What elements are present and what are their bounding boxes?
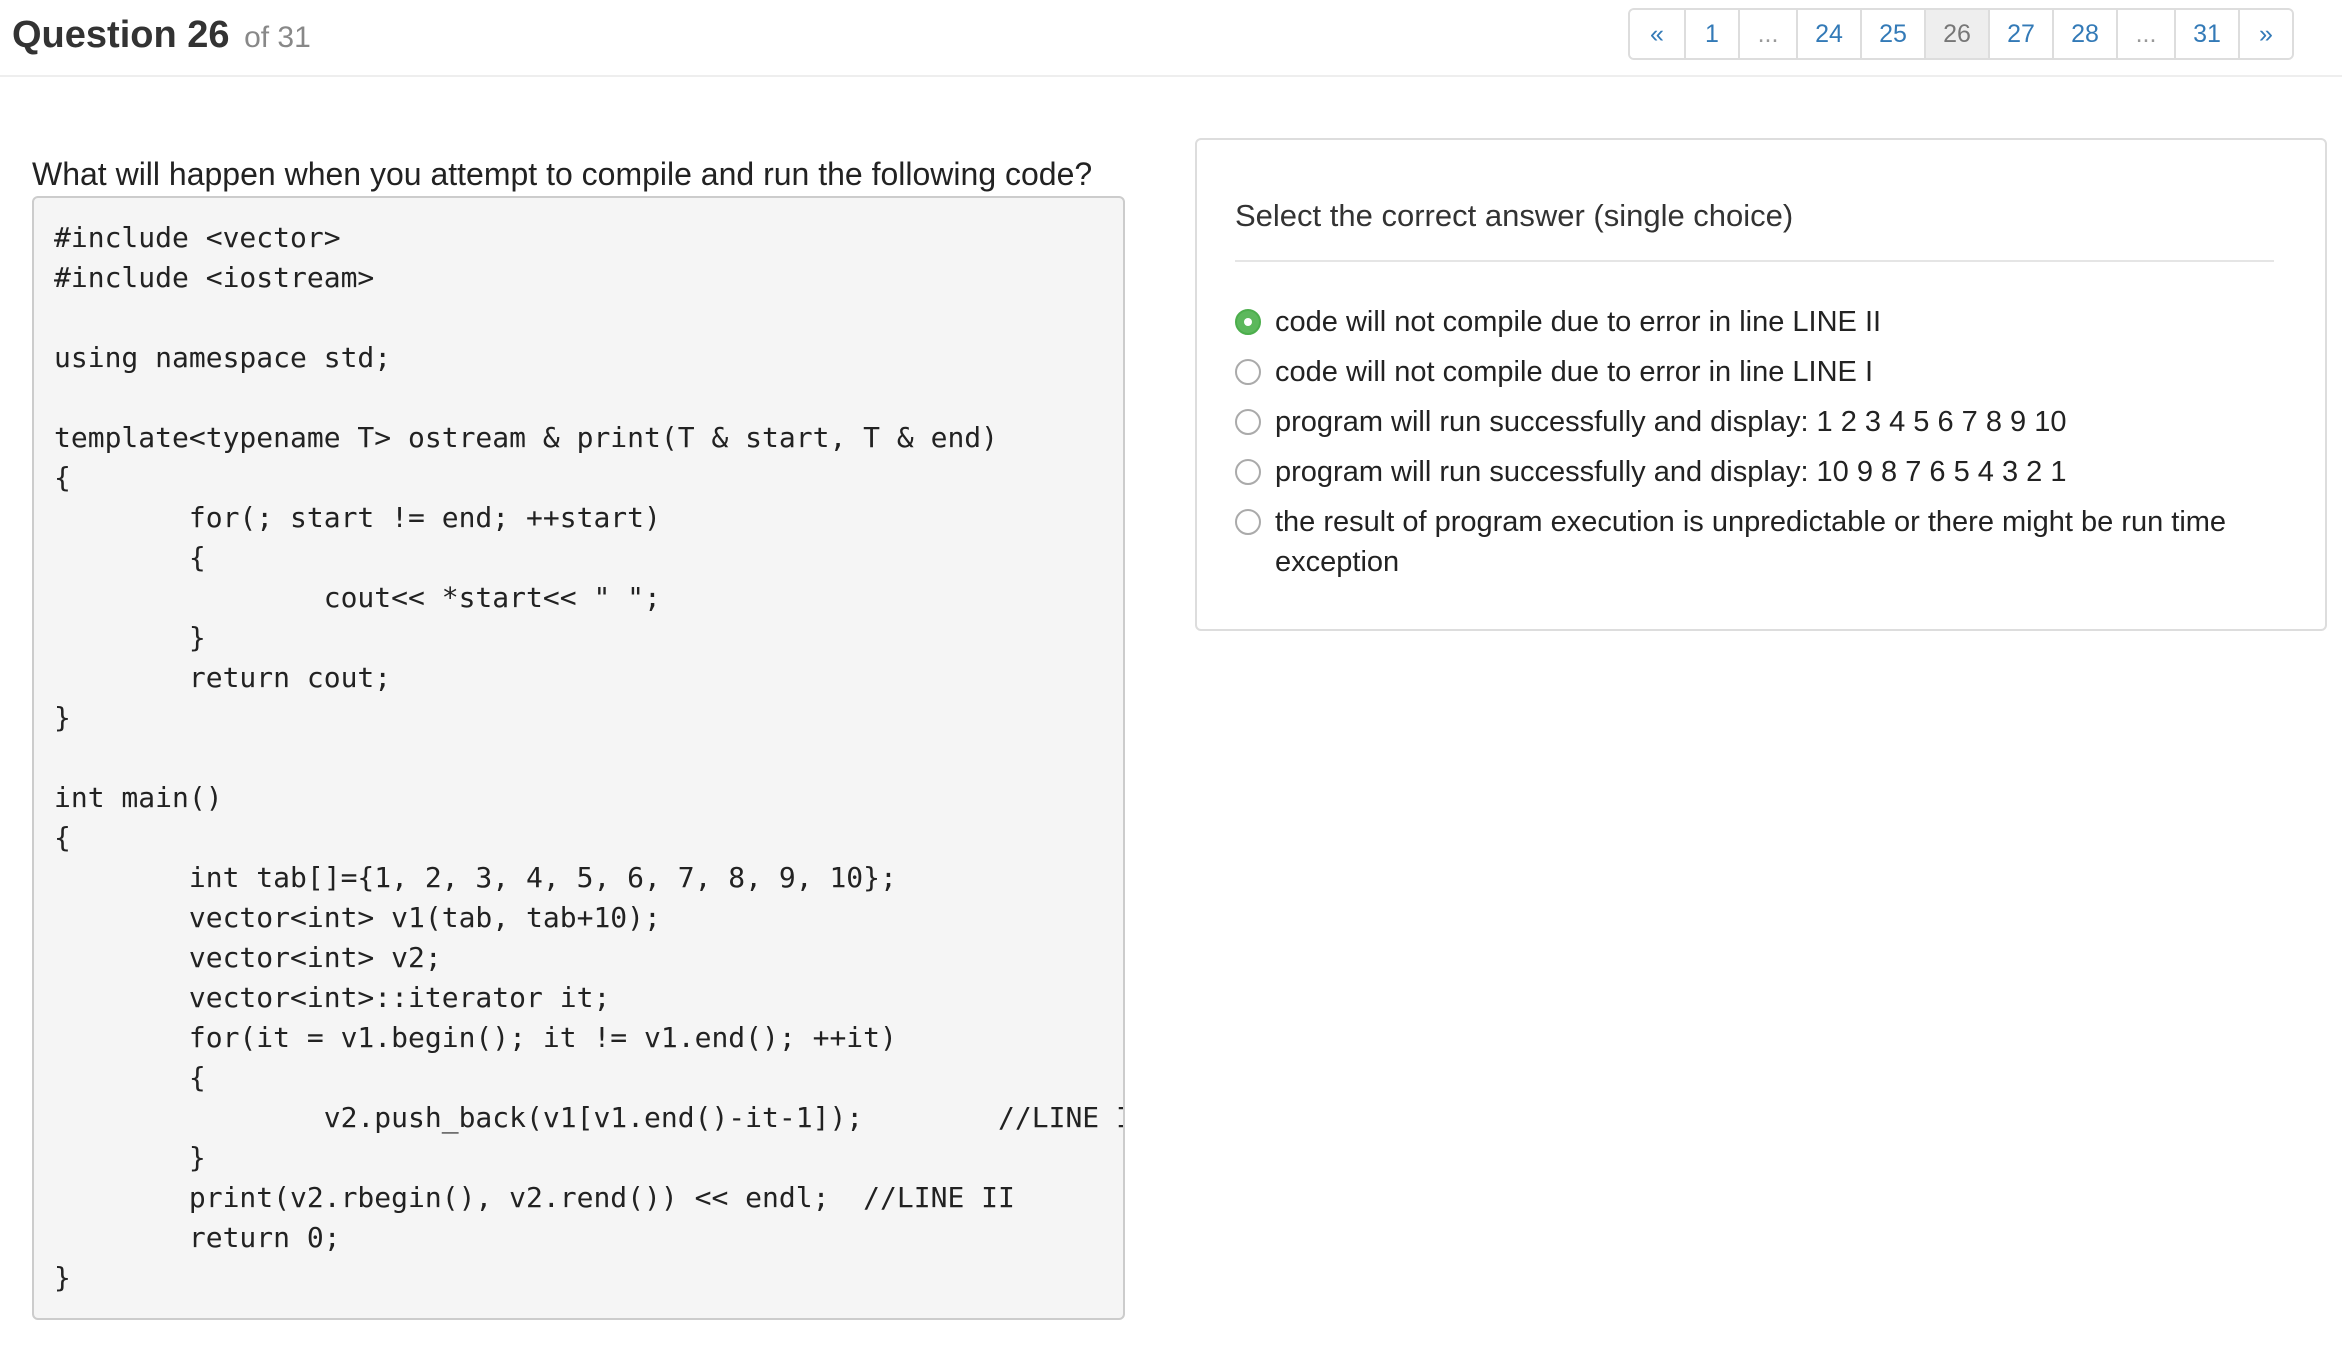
code-line: } bbox=[54, 1261, 71, 1294]
panel-divider bbox=[1235, 260, 2274, 262]
answer-panel-title: Select the correct answer (single choice… bbox=[1235, 198, 1794, 233]
page-link-31[interactable]: 31 bbox=[2174, 10, 2238, 58]
answer-option-1[interactable]: code will not compile due to error in li… bbox=[1235, 302, 2305, 342]
code-line: return cout; bbox=[54, 661, 392, 694]
answer-option-label: program will run successfully and displa… bbox=[1275, 406, 2067, 438]
page-ellipsis-1: ... bbox=[1738, 10, 1796, 58]
page-link-28[interactable]: 28 bbox=[2052, 10, 2116, 58]
answer-panel: Select the correct answer (single choice… bbox=[1195, 138, 2327, 631]
answer-radio-5[interactable] bbox=[1235, 509, 1261, 535]
code-line: int main() bbox=[54, 781, 223, 814]
answer-option-2[interactable]: code will not compile due to error in li… bbox=[1235, 352, 2305, 392]
answer-option-label: program will run successfully and displa… bbox=[1275, 456, 2067, 488]
question-text: What will happen when you attempt to com… bbox=[32, 156, 1093, 192]
code-line: #include <vector> bbox=[54, 221, 341, 254]
answer-option-5[interactable]: the result of program execution is unpre… bbox=[1235, 502, 2305, 582]
code-line: { bbox=[54, 821, 71, 854]
code-line: } bbox=[54, 701, 71, 734]
code-line: } bbox=[54, 621, 206, 654]
question-total: of 31 bbox=[244, 21, 311, 54]
code-line: vector<int> v1(tab, tab+10); bbox=[54, 901, 661, 934]
page-ellipsis-2: ... bbox=[2116, 10, 2174, 58]
page-next-link[interactable]: » bbox=[2238, 10, 2292, 58]
answer-options: code will not compile due to error in li… bbox=[1235, 302, 2305, 592]
page-link-1[interactable]: 1 bbox=[1684, 10, 1738, 58]
pagination: «1... 24 25 26 27 28... 31» bbox=[1628, 8, 2294, 60]
answer-radio-4[interactable] bbox=[1235, 459, 1261, 485]
code-line: { bbox=[54, 1061, 206, 1094]
code-line: v2.push_back(v1[v1.end()-it-1]); //LINE … bbox=[54, 1101, 1125, 1134]
code-line: cout<< *start<< " "; bbox=[54, 581, 661, 614]
code-line: template<typename T> ostream & print(T &… bbox=[54, 421, 999, 454]
answer-option-3[interactable]: program will run successfully and displa… bbox=[1235, 402, 2305, 442]
answer-option-label: the result of program execution is unpre… bbox=[1275, 506, 2227, 578]
answer-option-4[interactable]: program will run successfully and displa… bbox=[1235, 452, 2305, 492]
page-prev-link[interactable]: « bbox=[1630, 10, 1684, 58]
code-line: return 0; bbox=[54, 1221, 341, 1254]
code-block: #include <vector> #include <iostream> usin… bbox=[32, 196, 1125, 1320]
page-link-26-current[interactable]: 26 bbox=[1924, 10, 1988, 58]
answer-radio-1[interactable] bbox=[1235, 309, 1261, 335]
code-line: { bbox=[54, 461, 71, 494]
code-line: for(it = v1.begin(); it != v1.end(); ++i… bbox=[54, 1021, 897, 1054]
answer-radio-2[interactable] bbox=[1235, 359, 1261, 385]
page-link-24[interactable]: 24 bbox=[1796, 10, 1860, 58]
code-line: { bbox=[54, 541, 206, 574]
question-number: Question 26 bbox=[12, 14, 230, 56]
code-line: int tab[]={1, 2, 3, 4, 5, 6, 7, 8, 9, 10… bbox=[54, 861, 897, 894]
answer-radio-3[interactable] bbox=[1235, 409, 1261, 435]
question-heading: Question 26 of 31 bbox=[12, 14, 311, 57]
code-line: using namespace std; bbox=[54, 341, 392, 374]
code-line: for(; start != end; ++start) bbox=[54, 501, 661, 534]
code-line: } bbox=[54, 1141, 206, 1174]
code-line: print(v2.rbegin(), v2.rend()) << endl; /… bbox=[54, 1181, 1015, 1214]
code-line: vector<int>::iterator it; bbox=[54, 981, 611, 1014]
answer-option-label: code will not compile due to error in li… bbox=[1275, 306, 1882, 338]
answer-option-label: code will not compile due to error in li… bbox=[1275, 356, 1874, 388]
page-link-25[interactable]: 25 bbox=[1860, 10, 1924, 58]
page-link-27[interactable]: 27 bbox=[1988, 10, 2052, 58]
code-line: #include <iostream> bbox=[54, 261, 375, 294]
question-header: Question 26 of 31 «1... 24 25 26 27 28... 31» bbox=[0, 0, 2342, 77]
code-line: vector<int> v2; bbox=[54, 941, 442, 974]
